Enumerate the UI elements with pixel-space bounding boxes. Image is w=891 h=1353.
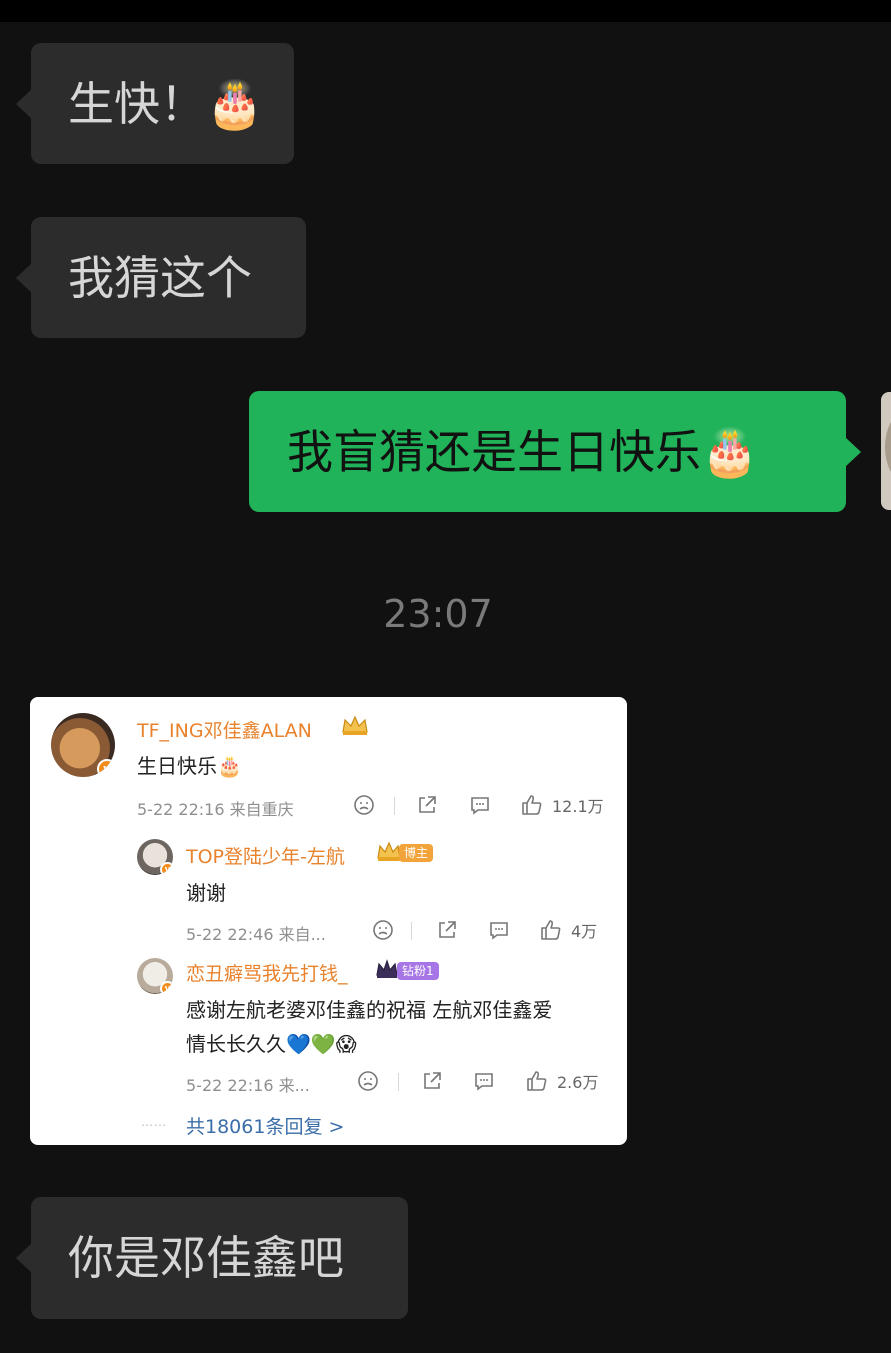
reply-text: 谢谢 xyxy=(186,881,226,905)
message-text: 我猜这个 xyxy=(68,250,252,305)
dislike-icon[interactable] xyxy=(353,794,375,816)
divider xyxy=(398,1073,399,1091)
reply-text-line-1: 感谢左航老婆邓佳鑫的祝福 左航邓佳鑫爱 xyxy=(186,998,553,1022)
commenter-avatar: v xyxy=(51,713,115,777)
replier-avatar: v xyxy=(137,958,173,994)
share-icon[interactable] xyxy=(416,794,438,816)
verified-badge-icon: v xyxy=(160,981,173,994)
thumbs-up-icon xyxy=(527,1071,547,1091)
blogger-tag: 博主 xyxy=(399,844,434,862)
reply-meta: 5-22 22:46 来自... xyxy=(186,925,326,944)
message-timestamp: 23:07 xyxy=(383,592,493,636)
share-icon[interactable] xyxy=(421,1070,443,1092)
dislike-icon[interactable] xyxy=(357,1070,379,1092)
like-button[interactable]: 12.1万 xyxy=(520,793,604,817)
comment-icon[interactable] xyxy=(488,919,510,941)
status-bar xyxy=(0,0,891,22)
diamond-fan-tag: 钻粉1 xyxy=(397,962,439,980)
divider xyxy=(394,797,395,815)
thumbs-up-icon xyxy=(522,795,542,815)
incoming-message-bubble[interactable]: 生快！🎂 xyxy=(16,43,294,164)
reply-text-line-2: 情长长久久💙💚😱 xyxy=(186,1032,357,1056)
commenter-username[interactable]: TF_ING邓佳鑫ALAN xyxy=(137,716,312,743)
outgoing-message-bubble[interactable]: 我盲猜还是生日快乐🎂 xyxy=(249,391,861,512)
comment-icon[interactable] xyxy=(473,1070,495,1092)
incoming-message-bubble[interactable]: 我猜这个 xyxy=(16,217,306,338)
share-icon[interactable] xyxy=(436,919,458,941)
view-all-replies-link[interactable]: 共18061条回复 > xyxy=(186,1112,344,1139)
comment-text: 生日快乐🎂 xyxy=(137,754,242,778)
like-count: 2.6万 xyxy=(557,1073,599,1092)
like-count: 4万 xyxy=(571,922,598,941)
crown-icon xyxy=(375,959,399,979)
verified-badge-icon: v xyxy=(160,862,173,875)
self-avatar[interactable] xyxy=(881,392,891,510)
reply-meta: 5-22 22:16 来... xyxy=(186,1076,310,1095)
comment-meta: 5-22 22:16 来自重庆 xyxy=(137,800,294,819)
replier-username[interactable]: TOP登陆少年-左航 xyxy=(186,842,345,869)
like-button[interactable]: 2.6万 xyxy=(525,1069,598,1093)
incoming-message-bubble[interactable]: 你是邓佳鑫吧 xyxy=(16,1197,408,1319)
like-count: 12.1万 xyxy=(552,797,604,816)
divider xyxy=(411,922,412,940)
dislike-icon[interactable] xyxy=(372,919,394,941)
ellipsis: …… xyxy=(141,1115,167,1129)
replier-username[interactable]: 恋丑癖骂我先打钱_ xyxy=(186,959,348,986)
comment-icon[interactable] xyxy=(469,794,491,816)
weibo-screenshot-image[interactable]: v TF_ING邓佳鑫ALAN 生日快乐🎂 5-22 22:16 来自重庆 12… xyxy=(30,697,627,1145)
verified-badge-icon: v xyxy=(97,759,115,777)
thumbs-up-icon xyxy=(541,920,561,940)
replier-avatar: v xyxy=(137,839,173,875)
message-text: 生快！🎂 xyxy=(68,76,264,131)
like-button[interactable]: 4万 xyxy=(539,918,597,942)
crown-icon xyxy=(340,714,370,736)
message-text: 你是邓佳鑫吧 xyxy=(68,1231,344,1285)
message-text: 我盲猜还是生日快乐🎂 xyxy=(287,424,759,479)
